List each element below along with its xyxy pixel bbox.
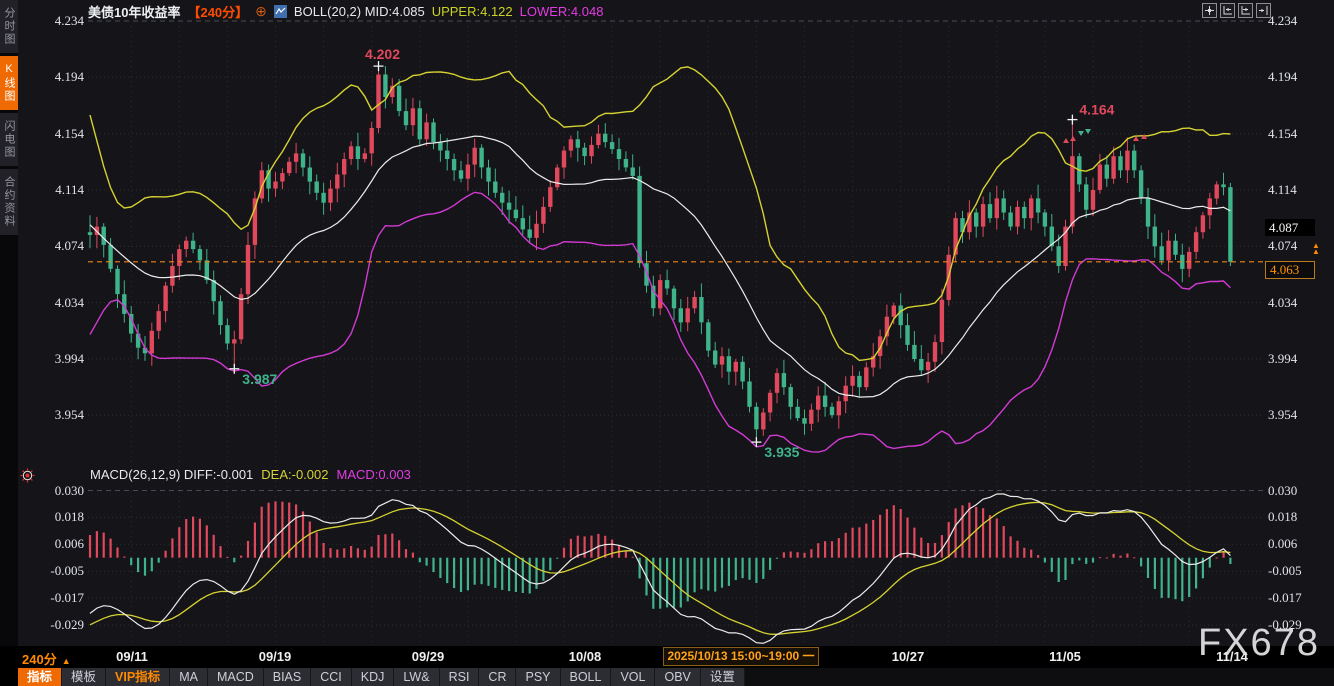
toolbar-item-PSY[interactable]: PSY bbox=[516, 668, 560, 686]
toolbar-item-VOL[interactable]: VOL bbox=[611, 668, 655, 686]
toolbar-item-MACD[interactable]: MACD bbox=[208, 668, 264, 686]
axis-label-3.954: 3.954 bbox=[1268, 407, 1320, 423]
pan-crosshair-button[interactable] bbox=[1202, 3, 1217, 18]
crosshair-date-tooltip: 2025/10/13 15:00~19:00 一 bbox=[663, 647, 819, 666]
axis-label-4.114: 4.114 bbox=[1268, 182, 1320, 198]
toolbar-item-VIP指标[interactable]: VIP指标 bbox=[106, 668, 170, 686]
zoom-in-button[interactable] bbox=[1238, 3, 1253, 18]
toolbar-item-BIAS[interactable]: BIAS bbox=[264, 668, 312, 686]
axis-label-4.194: 4.194 bbox=[1268, 69, 1320, 85]
axis-label-0.030: 0.030 bbox=[40, 483, 84, 499]
chart-canvas[interactable]: 4.202 3.987 3.935 4.164 bbox=[0, 0, 1334, 686]
axis-label-4.234: 4.234 bbox=[1268, 13, 1320, 29]
toolbar-item-CCI[interactable]: CCI bbox=[311, 668, 352, 686]
instrument-title: 美债10年收益率 bbox=[88, 2, 180, 21]
svg-text:3.987: 3.987 bbox=[242, 371, 277, 387]
svg-text:3.935: 3.935 bbox=[764, 444, 799, 460]
jump-latest-button[interactable] bbox=[1256, 3, 1271, 18]
toolbar-item-KDJ[interactable]: KDJ bbox=[352, 668, 395, 686]
price-up-arrows-icon: ▲▲ bbox=[1312, 243, 1320, 255]
macd-indicator-icon[interactable] bbox=[20, 468, 35, 488]
toolbar-item-BOLL[interactable]: BOLL bbox=[561, 668, 612, 686]
indicator-toolbar: 指标模板VIP指标MAMACDBIASCCIKDJLW&RSICRPSYBOLL… bbox=[0, 668, 1334, 686]
axis-label-4.114: 4.114 bbox=[40, 182, 84, 198]
watermark: FX678 bbox=[1198, 622, 1320, 665]
axis-label-3.994: 3.994 bbox=[40, 351, 84, 367]
macd-diff-value: MACD(26,12,9) DIFF:-0.001 bbox=[90, 467, 253, 483]
price-line-tag: 4.063 bbox=[1265, 261, 1315, 279]
axis-label-0.030: 0.030 bbox=[1268, 483, 1320, 499]
x-axis-row: 240分 ▲ 2025/10/13 15:00~19:00 一 09/11 09/1… bbox=[0, 646, 1334, 668]
x-axis-label-11/05: 11/05 bbox=[1049, 649, 1081, 664]
axis-label-0.018: 0.018 bbox=[40, 509, 84, 525]
toolbar-item-设置[interactable]: 设置 bbox=[701, 668, 745, 686]
chart-toolbuttons bbox=[1202, 3, 1271, 18]
x-axis-label-09/29: 09/29 bbox=[412, 649, 445, 664]
kline-chart-app: 4.202 3.987 3.935 4.164 分时图 K线图闪电图合约资料 美债10年… bbox=[0, 0, 1334, 686]
boll-mid-value: BOLL(20,2) MID:4.085 bbox=[294, 4, 425, 19]
axis-label-4.234: 4.234 bbox=[40, 13, 84, 29]
period-tag: 【240分】 bbox=[187, 2, 248, 21]
add-indicator-icon[interactable]: ⊕ bbox=[255, 3, 267, 20]
zoom-out-button[interactable] bbox=[1220, 3, 1235, 18]
sidebar: 分时图 K线图闪电图合约资料 bbox=[0, 0, 18, 646]
toolbar-item-OBV[interactable]: OBV bbox=[655, 668, 700, 686]
sidebar-tab-K线图[interactable]: K线图 bbox=[0, 56, 18, 110]
axis-label-0.006: 0.006 bbox=[1268, 536, 1320, 552]
axis-label--0.005: -0.005 bbox=[40, 563, 84, 579]
axis-label-3.994: 3.994 bbox=[1268, 351, 1320, 367]
boll-lower-value: LOWER:4.048 bbox=[520, 4, 604, 19]
toolbar-item-LW&[interactable]: LW& bbox=[394, 668, 439, 686]
toolbar-item-CR[interactable]: CR bbox=[479, 668, 516, 686]
x-axis-label-09/19: 09/19 bbox=[259, 649, 292, 664]
x-axis-label-10/27: 10/27 bbox=[892, 649, 925, 664]
toolbar-item-模板[interactable]: 模板 bbox=[62, 668, 106, 686]
toolbar-item-指标[interactable]: 指标 bbox=[18, 668, 62, 686]
last-price-tag: 4.087 bbox=[1265, 219, 1315, 236]
boll-upper-value: UPPER:4.122 bbox=[432, 4, 513, 19]
svg-text:4.202: 4.202 bbox=[365, 46, 400, 62]
x-axis-label-10/08: 10/08 bbox=[569, 649, 602, 664]
main-chart-header: 美债10年收益率 【240分】 ⊕ BOLL(20,2) MID:4.085 U… bbox=[88, 3, 603, 20]
toolbar-item-MA[interactable]: MA bbox=[170, 668, 208, 686]
axis-label-4.074: 4.074 bbox=[40, 238, 84, 254]
svg-text:4.164: 4.164 bbox=[1079, 102, 1114, 118]
toolbar-item-RSI[interactable]: RSI bbox=[440, 668, 480, 686]
toolbar-spacer bbox=[0, 668, 18, 686]
period-selector-label: 240分 bbox=[22, 652, 57, 667]
axis-label-4.154: 4.154 bbox=[1268, 126, 1320, 142]
chart-svg: 4.202 3.987 3.935 4.164 bbox=[0, 0, 1334, 686]
x-axis-label-09/11: 09/11 bbox=[116, 649, 148, 664]
axis-label--0.017: -0.017 bbox=[40, 590, 84, 606]
macd-macd-value: MACD:0.003 bbox=[336, 467, 410, 483]
sidebar-tab-分时图[interactable]: 分时图 bbox=[0, 0, 18, 53]
axis-label-4.034: 4.034 bbox=[1268, 295, 1320, 311]
macd-dea-value: DEA:-0.002 bbox=[261, 467, 328, 483]
axis-label--0.029: -0.029 bbox=[40, 617, 84, 633]
sidebar-tab-合约资料[interactable]: 合约资料 bbox=[0, 169, 18, 235]
axis-label-4.154: 4.154 bbox=[40, 126, 84, 142]
macd-header: MACD(26,12,9) DIFF:-0.001 DEA:-0.002 MAC… bbox=[90, 467, 411, 483]
period-selector[interactable]: 240分 ▲ bbox=[22, 649, 71, 668]
period-up-icon: ▲ bbox=[62, 656, 71, 666]
axis-label-0.006: 0.006 bbox=[40, 536, 84, 552]
kline-mini-icon[interactable] bbox=[274, 5, 287, 18]
axis-label-3.954: 3.954 bbox=[40, 407, 84, 423]
axis-label--0.005: -0.005 bbox=[1268, 563, 1320, 579]
sidebar-tab-闪电图[interactable]: 闪电图 bbox=[0, 113, 18, 166]
axis-label--0.017: -0.017 bbox=[1268, 590, 1320, 606]
axis-label-0.018: 0.018 bbox=[1268, 509, 1320, 525]
axis-label-4.034: 4.034 bbox=[40, 295, 84, 311]
axis-label-4.194: 4.194 bbox=[40, 69, 84, 85]
